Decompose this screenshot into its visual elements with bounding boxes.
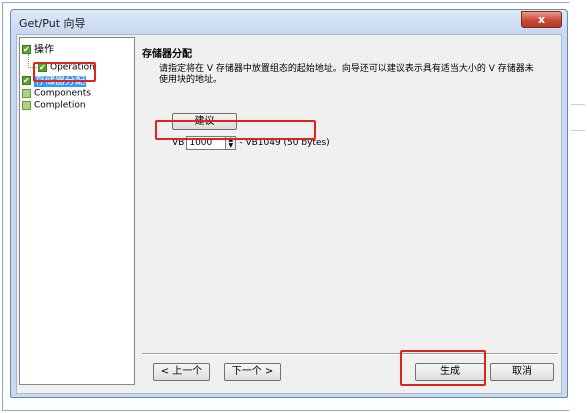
highlight-box-tree bbox=[33, 62, 96, 82]
checkbox-checked-icon bbox=[22, 74, 31, 87]
checkbox-empty-icon bbox=[22, 88, 31, 98]
tree-item-label: Completion bbox=[34, 100, 86, 111]
button-separator bbox=[142, 353, 558, 355]
cancel-button[interactable]: 取消 bbox=[490, 363, 554, 381]
background-strip bbox=[569, 0, 587, 413]
tree-item-operation-group[interactable]: 操作 bbox=[22, 43, 54, 56]
close-button[interactable]: x bbox=[521, 11, 562, 28]
title-bar[interactable]: Get/Put 向导 x bbox=[11, 10, 567, 33]
tree-item-label: 操作 bbox=[34, 44, 54, 56]
background-divider bbox=[571, 104, 585, 105]
next-button[interactable]: 下一个 > bbox=[224, 363, 281, 381]
tree-connector bbox=[28, 54, 29, 68]
checkbox-empty-icon bbox=[22, 100, 31, 110]
wizard-step-tree[interactable]: 操作 Operation 存储器分配 Components Completion bbox=[19, 37, 135, 385]
prev-button[interactable]: < 上一个 bbox=[153, 363, 210, 381]
checkbox-checked-icon bbox=[22, 43, 31, 56]
wizard-content-panel: 存储器分配 请指定将在 V 存储器中放置组态的起始地址。向导还可以建议表示具有适… bbox=[138, 37, 560, 347]
page-description: 请指定将在 V 存储器中放置组态的起始地址。向导还可以建议表示具有适当大小的 V… bbox=[159, 64, 534, 85]
tree-item-completion[interactable]: Completion bbox=[22, 99, 86, 112]
dialog-client-area: 操作 Operation 存储器分配 Components Completion… bbox=[16, 34, 562, 394]
page-heading: 存储器分配 bbox=[142, 49, 192, 60]
close-icon: x bbox=[537, 13, 546, 26]
highlight-box-vb bbox=[155, 120, 316, 140]
background-divider bbox=[571, 130, 585, 131]
window-title: Get/Put 向导 bbox=[19, 17, 86, 30]
highlight-box-generate bbox=[400, 350, 486, 386]
tree-item-label: Components bbox=[34, 88, 91, 99]
